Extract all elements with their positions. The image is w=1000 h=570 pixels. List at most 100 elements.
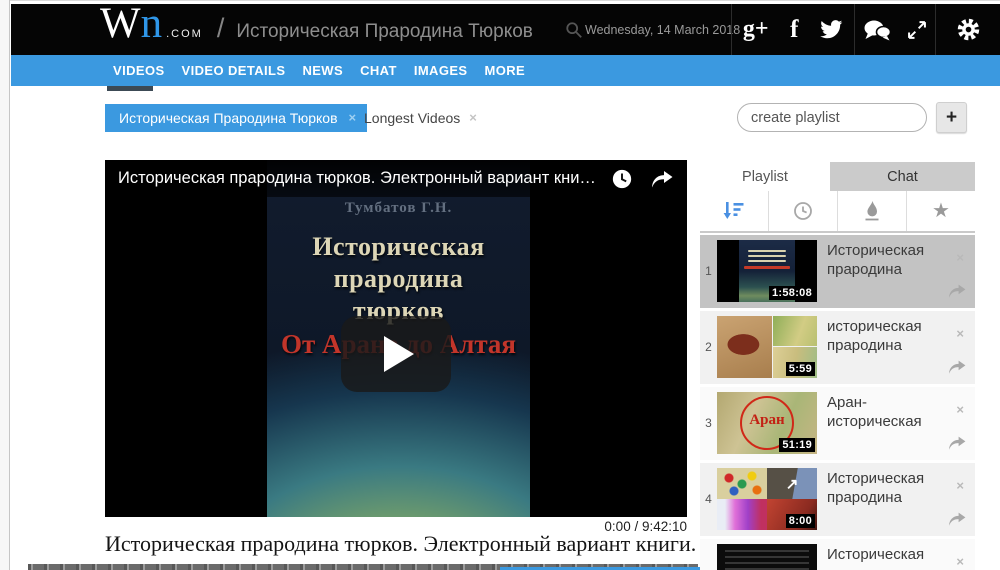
play-icon <box>384 336 414 372</box>
thumb-text-page <box>725 550 809 570</box>
nav-videos[interactable]: VIDEOS <box>113 63 165 78</box>
nav-images[interactable]: IMAGES <box>414 63 468 78</box>
item-actions: × <box>941 311 975 384</box>
video-thumbnail[interactable]: 5:59 <box>717 316 817 378</box>
site-header: Wn .COM / Историческая Прародина Тюрков W… <box>11 0 1000 55</box>
logo-com[interactable]: .COM <box>166 28 203 40</box>
logo-n[interactable]: n <box>141 0 163 48</box>
item-title[interactable]: Аран-историческая <box>817 387 941 460</box>
page-title: Историческая Прародина Тюрков <box>236 21 533 42</box>
star-icon: ★ <box>932 200 950 222</box>
tag-pill-longest-videos[interactable]: Longest Videos × <box>364 104 477 132</box>
tag-label: Longest Videos <box>364 110 461 126</box>
item-title[interactable]: Историческая прародина <box>817 539 941 570</box>
remove-icon[interactable]: × <box>956 554 964 569</box>
facebook-icon[interactable]: f <box>790 16 798 44</box>
remove-icon[interactable]: × <box>956 478 964 493</box>
arrow-ne-icon: ↗ <box>785 475 799 493</box>
thumb-arrow-map: ↗ <box>767 468 817 499</box>
duration-badge: 8:00 <box>785 514 815 528</box>
social-icons: g+ f <box>732 16 854 44</box>
nav-chat[interactable]: CHAT <box>360 63 397 78</box>
share-icon[interactable] <box>947 511 967 527</box>
playlist-item-1[interactable]: 1 1:58:08 Историческая прародина × <box>700 235 975 308</box>
nav-news[interactable]: NEWS <box>302 63 343 78</box>
share-icon[interactable] <box>947 359 967 375</box>
twitter-icon[interactable] <box>820 20 843 39</box>
panel-tabs: Playlist Chat <box>700 162 975 191</box>
watch-later-icon[interactable] <box>611 168 633 190</box>
remove-icon[interactable]: × <box>956 250 964 265</box>
left-gutter <box>0 0 10 570</box>
item-actions: × <box>941 539 975 570</box>
sort-button[interactable] <box>700 191 768 231</box>
header-tools <box>855 19 935 41</box>
nav-active-indicator <box>107 86 153 91</box>
video-thumbnail[interactable]: ↗ 8:00 <box>717 468 817 530</box>
gear-icon[interactable] <box>956 17 981 42</box>
video-thumbnail[interactable] <box>717 544 817 570</box>
tab-playlist[interactable]: Playlist <box>700 162 830 191</box>
favorites-button[interactable]: ★ <box>906 191 975 231</box>
video-thumbnail[interactable]: Аран 51:19 <box>717 392 817 454</box>
search-date-group: Wednesday, 14 March 2018 <box>563 21 740 39</box>
cover-title-line: прародина <box>333 264 464 293</box>
playlist-item-5[interactable]: 5 Историческая прародина × <box>700 539 975 570</box>
player-video-title[interactable]: Историческая прародина тюрков. Электронн… <box>118 169 594 188</box>
item-title[interactable]: историческая прародина <box>817 311 941 384</box>
video-player[interactable]: Тумбатов Г.Н. Историческая прародина тюр… <box>105 160 687 517</box>
thumb-pink-map <box>717 499 767 530</box>
recent-button[interactable] <box>768 191 837 231</box>
thumb-map <box>773 316 817 346</box>
playlist-item-4[interactable]: 4 ↗ 8:00 Историческая прародина × <box>700 463 975 536</box>
create-playlist-input[interactable] <box>737 103 927 132</box>
close-icon[interactable]: × <box>469 104 477 132</box>
thumb-horseman <box>717 316 772 378</box>
main-nav: VIDEOS VIDEO DETAILS NEWS CHAT IMAGES MO… <box>11 55 1000 86</box>
nav-more[interactable]: MORE <box>485 63 526 78</box>
breadcrumb-separator: / <box>216 13 225 43</box>
thumb-map-label: Аран <box>749 412 785 428</box>
share-icon[interactable] <box>947 435 967 451</box>
item-actions: × <box>941 463 975 536</box>
duration-badge: 51:19 <box>779 438 815 452</box>
add-playlist-button[interactable]: + <box>936 102 967 133</box>
chat-bubbles-icon[interactable] <box>863 19 891 41</box>
tag-pill-active[interactable]: Историческая Прародина Тюрков × <box>105 104 368 132</box>
popular-button[interactable] <box>837 191 906 231</box>
page: Wn .COM / Историческая Прародина Тюрков W… <box>0 0 1000 570</box>
remove-icon[interactable]: × <box>956 402 964 417</box>
tab-chat[interactable]: Chat <box>830 162 975 191</box>
video-thumbnail[interactable]: 1:58:08 <box>717 240 817 302</box>
remove-icon[interactable]: × <box>956 326 964 341</box>
item-number: 1 <box>705 264 712 278</box>
nav-video-details[interactable]: VIDEO DETAILS <box>182 63 286 78</box>
logo[interactable]: W <box>100 0 141 48</box>
item-actions: × <box>941 235 975 308</box>
duration-badge: 5:59 <box>785 362 815 376</box>
share-icon[interactable] <box>650 169 674 189</box>
item-title[interactable]: Историческая прародина <box>817 235 941 308</box>
header-left: Wn .COM / Историческая Прародина Тюрков <box>100 0 533 48</box>
share-icon[interactable] <box>947 283 967 299</box>
header-right: Wednesday, 14 March 2018 g+ f <box>563 4 1000 55</box>
tag-label: Историческая Прародина Тюрков <box>119 110 338 126</box>
item-number: 5 <box>700 539 717 570</box>
page-heading: Историческая прародина тюрков. Электронн… <box>105 531 697 556</box>
play-button[interactable] <box>341 316 451 392</box>
playlist-items: 1 1:58:08 Историческая прародина × 2 5:5… <box>700 235 975 570</box>
duration-badge: 1:58:08 <box>768 286 815 300</box>
video-watermark: Тумбатов Г.Н. <box>344 200 453 216</box>
player-title-bar: Историческая прародина тюрков. Электронн… <box>105 160 687 197</box>
search-icon[interactable] <box>565 21 583 39</box>
close-icon[interactable]: × <box>349 104 357 132</box>
settings-group <box>936 17 1000 42</box>
playlist-panel: Playlist Chat ★ 1 1:58:08 Историческая п… <box>700 162 975 570</box>
playlist-item-2[interactable]: 2 5:59 историческая прародина × <box>700 311 975 384</box>
googleplus-icon[interactable]: g+ <box>743 16 769 43</box>
playlist-item-3[interactable]: 3 Аран 51:19 Аран-историческая × <box>700 387 975 460</box>
expand-icon[interactable] <box>907 20 927 40</box>
item-title[interactable]: Историческая прародина <box>817 463 941 536</box>
item-number: 3 <box>705 416 712 430</box>
item-actions: × <box>941 387 975 460</box>
